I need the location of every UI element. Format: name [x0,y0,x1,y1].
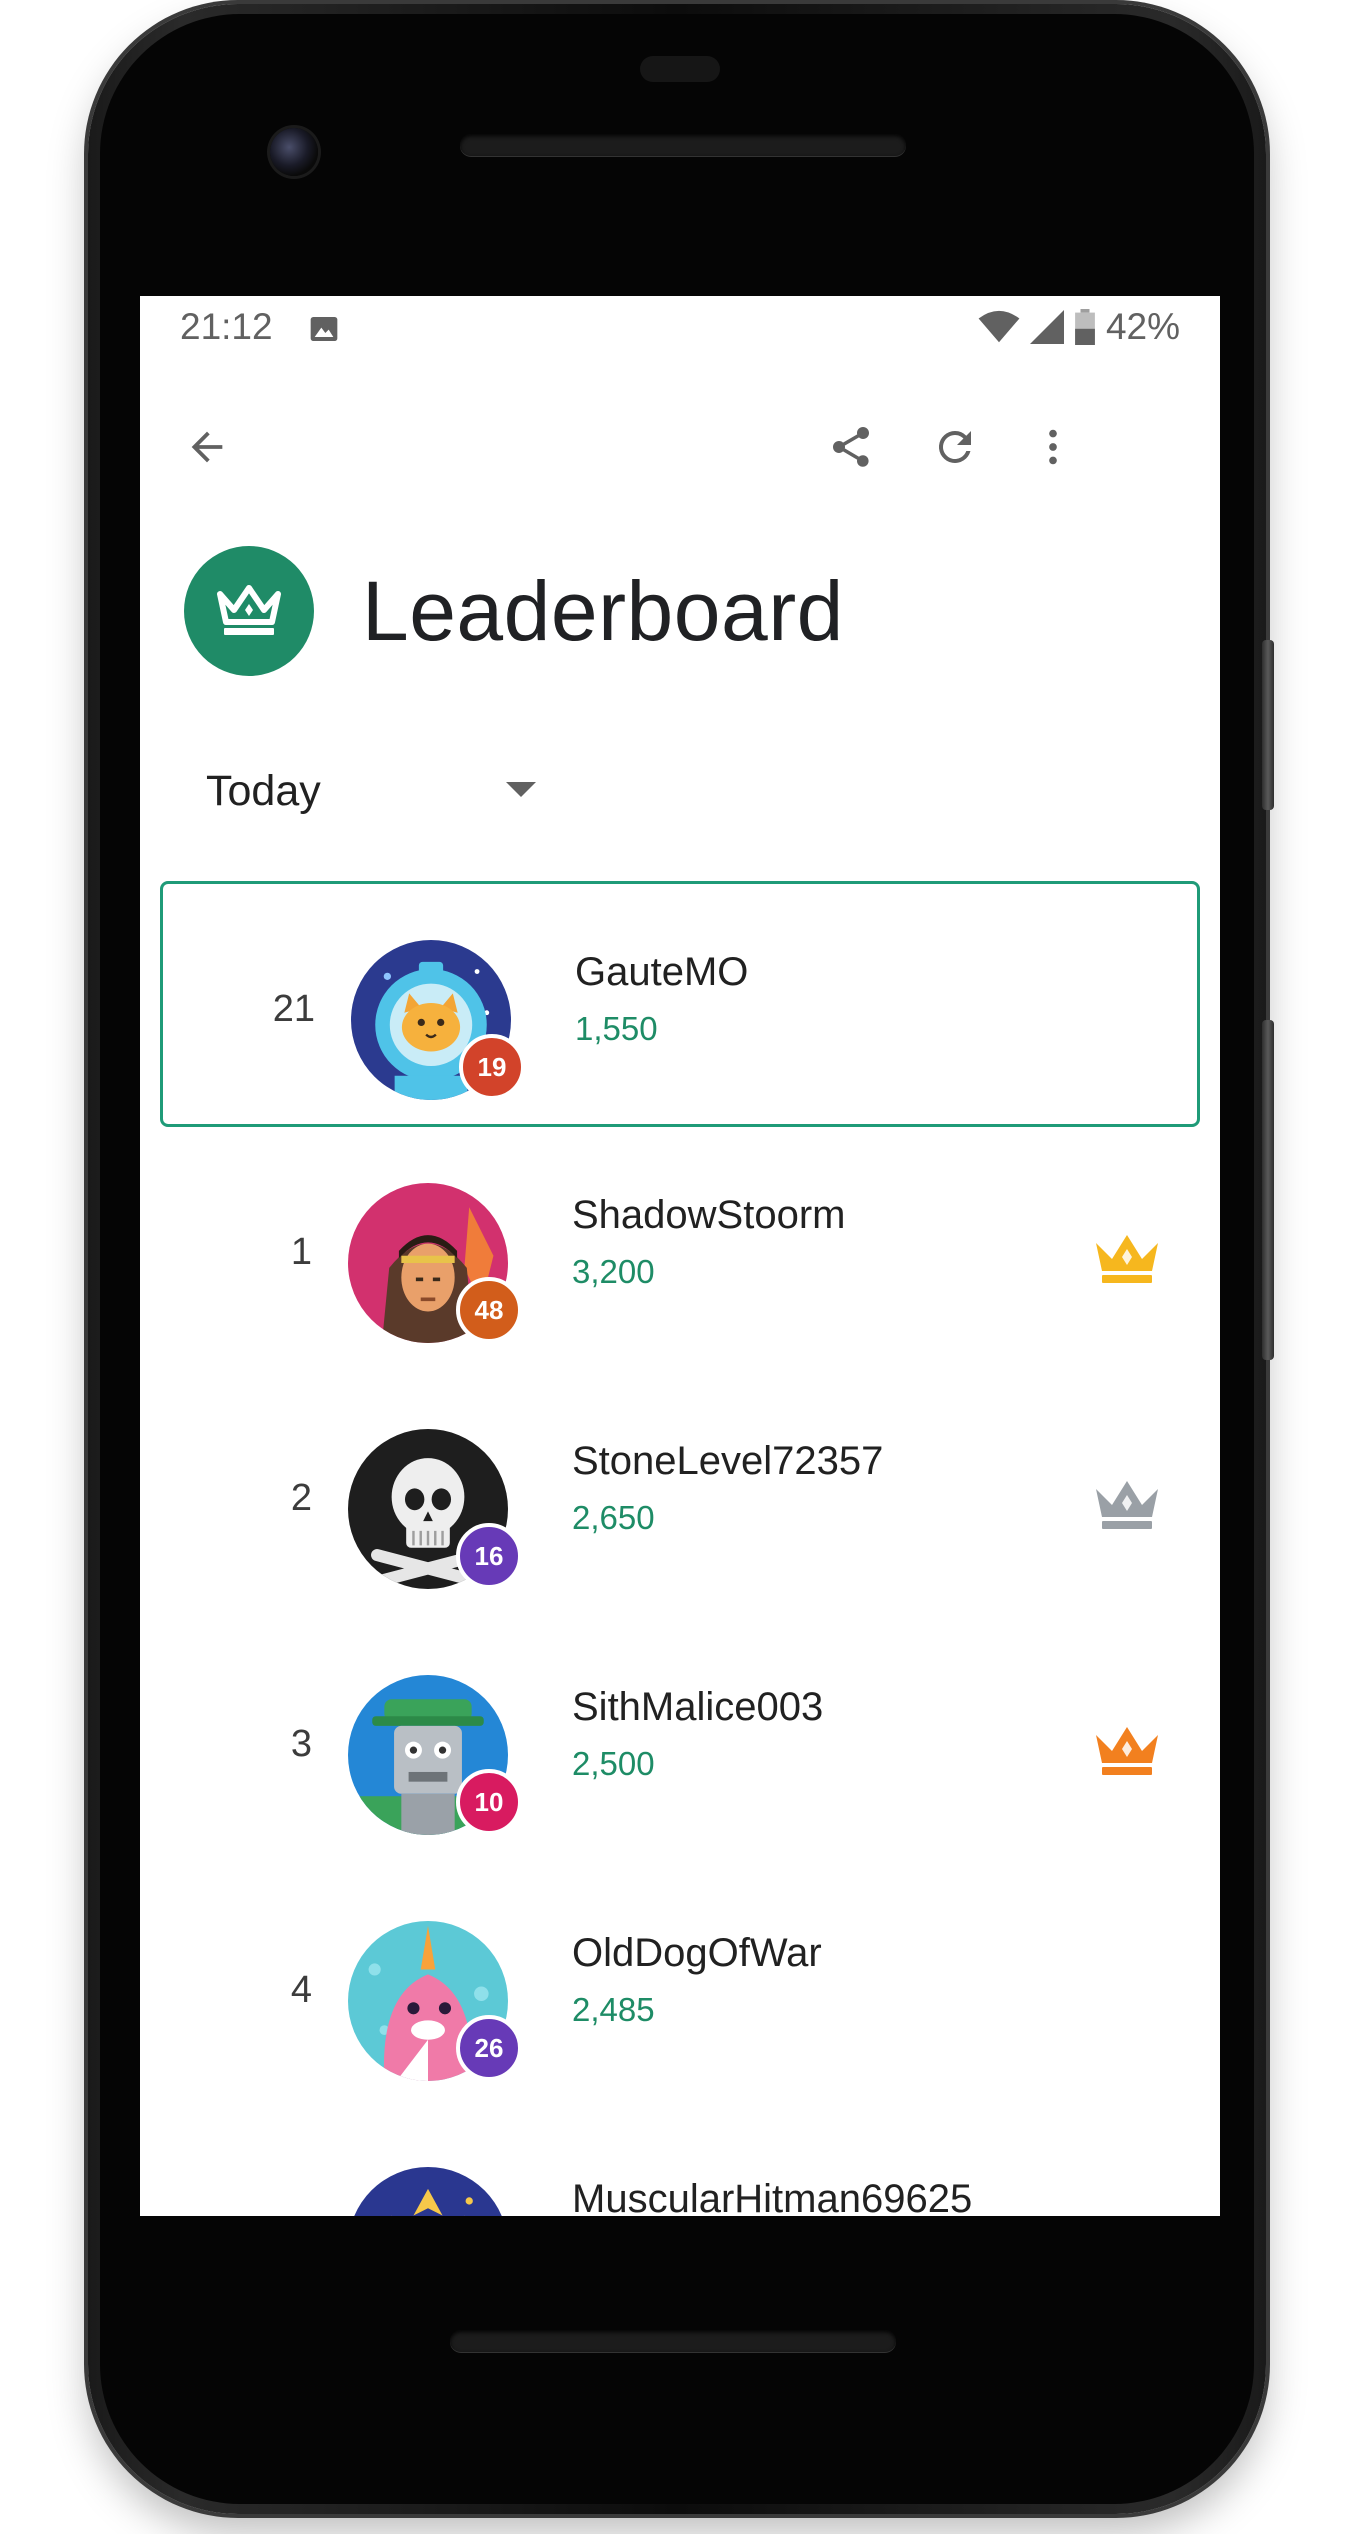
player-name: StoneLevel72357 [572,1439,884,1483]
battery-percent: 42% [1105,306,1180,347]
back-button[interactable] [152,392,262,502]
proximity-sensor [640,56,720,82]
leaderboard-row[interactable]: 3 10 SithMalice003 2,500 [160,1619,1200,1865]
leaderboard-row[interactable]: 4 26 OldDogOfWar 2,485 [160,1865,1200,2111]
rank-number: 1 [290,1231,312,1273]
status-time: 21:12 [180,306,273,347]
player-score: 2,485 [572,1991,655,2028]
wifi-icon [978,310,1020,344]
volume-button [1262,1020,1274,1360]
power-button [1262,640,1274,810]
front-camera-icon [270,128,318,176]
period-selected-value: Today [206,766,321,815]
player-score: 1,550 [575,1010,658,1047]
rank-number: 2 [290,1477,312,1519]
level-badge: 16 [456,1523,522,1589]
player-name: MuscularHitman69625 [572,2177,973,2216]
level-badge: 19 [459,1034,525,1100]
rank-number: 3 [290,1723,312,1765]
rank-number: 5 [160,2215,312,2216]
player-score: 3,200 [572,1253,655,1290]
toolbar [140,392,1220,502]
avatar [348,2167,508,2216]
player-score: 2,650 [572,1499,655,1536]
period-dropdown[interactable]: Today [206,746,536,836]
battery-icon [1074,309,1096,345]
dropdown-arrow-icon [506,782,536,797]
crown-gold-icon [1094,1231,1160,1290]
player-score: 2,500 [572,1745,655,1782]
player-name: OldDogOfWar [572,1931,822,1975]
share-button[interactable] [796,392,906,502]
crown-icon [184,546,314,676]
leaderboard-row[interactable]: 5 17 MuscularHitman69625 2,285 [160,2111,1200,2216]
rank-number: 21 [272,988,315,1030]
crown-silver-icon [1094,1477,1160,1536]
top-speaker [460,134,906,156]
image-notification-icon [308,312,340,354]
status-bar: 21:12 42% [140,296,1220,362]
leaderboard-row[interactable]: 2 16 StoneLevel72357 2,650 [160,1373,1200,1619]
refresh-icon [938,430,971,463]
player-name: SithMalice003 [572,1685,824,1729]
page-title: Leaderboard [362,563,844,658]
rank-number: 4 [290,1969,312,2011]
player-name: ShadowStoorm [572,1193,846,1237]
player-name: GauteMO [575,950,749,994]
status-icons: 42% [978,306,1180,348]
more-options-button[interactable] [998,392,1108,502]
app-screen: 21:12 42% Leaderboard Today 21 19 GauteM… [140,296,1220,2216]
more-vertical-icon [1049,429,1057,465]
crown-bronze-icon [1094,1723,1160,1782]
level-badge: 26 [456,2015,522,2081]
share-icon [833,427,869,467]
level-badge: 10 [456,1769,522,1835]
signal-icon [1029,310,1064,344]
arrow-left-icon [191,431,223,463]
device-frame: 21:12 42% Leaderboard Today 21 19 GauteM… [0,0,1370,2534]
leaderboard-row[interactable]: 1 48 ShadowStoorm 3,200 [160,1127,1200,1373]
level-badge: 48 [456,1277,522,1343]
page-header: Leaderboard [184,546,844,676]
current-user-row[interactable]: 21 19 GauteMO 1,550 [160,881,1200,1127]
bottom-speaker [450,2330,896,2352]
refresh-button[interactable] [900,392,1010,502]
